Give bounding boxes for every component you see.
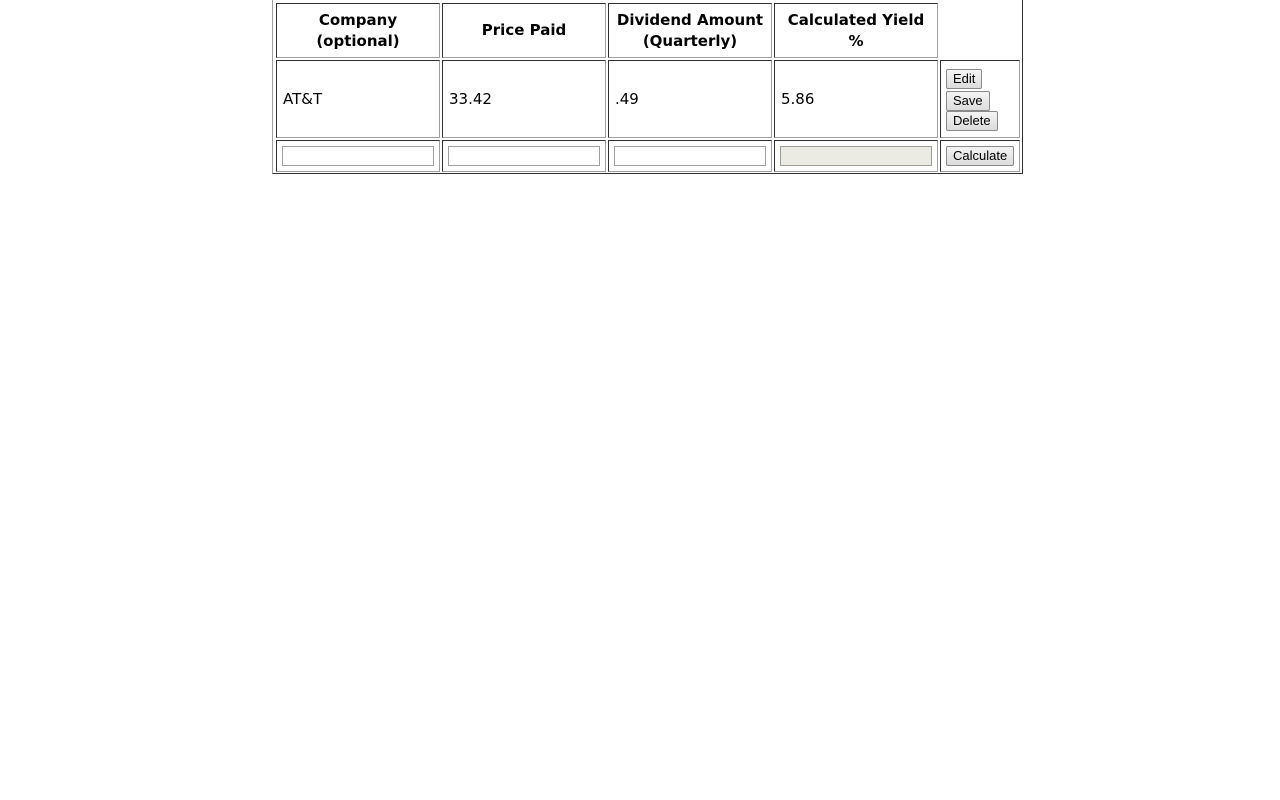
input-cell-company [276, 140, 440, 172]
dividend-yield-table: Company (optional) Price Paid Dividend A… [274, 1, 1022, 174]
input-cell-actions: Calculate [940, 140, 1021, 172]
header-company: Company (optional) [276, 3, 440, 58]
table-row: AT&T 33.42 .49 5.86 Edit Save Delete [276, 60, 1021, 138]
input-cell-dividend [608, 140, 772, 172]
cell-dividend: .49 [608, 60, 772, 138]
header-price-paid: Price Paid [442, 3, 606, 58]
header-calculated-yield: Calculated Yield % [774, 3, 938, 58]
edit-button[interactable]: Edit [946, 69, 983, 89]
dividend-table-container: Company (optional) Price Paid Dividend A… [272, 0, 1023, 174]
input-row: Calculate [276, 140, 1021, 172]
cell-price-paid: 33.42 [442, 60, 606, 138]
header-dividend-amount: Dividend Amount (Quarterly) [608, 3, 772, 58]
header-row: Company (optional) Price Paid Dividend A… [276, 3, 1020, 58]
header-dividend-line2: (Quarterly) [642, 31, 738, 50]
dividend-amount-input[interactable] [614, 146, 766, 166]
header-actions [940, 3, 1020, 58]
price-paid-input[interactable] [448, 146, 600, 166]
cell-yield: 5.86 [774, 60, 938, 138]
input-cell-yield [774, 140, 938, 172]
cell-actions: Edit Save Delete [940, 60, 1021, 138]
company-input[interactable] [282, 146, 434, 166]
header-dividend-line1: Dividend Amount [616, 10, 764, 29]
delete-button[interactable]: Delete [946, 111, 998, 131]
save-button[interactable]: Save [946, 91, 990, 111]
calculated-yield-output [780, 146, 932, 166]
calculate-button[interactable]: Calculate [946, 146, 1015, 166]
cell-company: AT&T [276, 60, 440, 138]
input-cell-price [442, 140, 606, 172]
